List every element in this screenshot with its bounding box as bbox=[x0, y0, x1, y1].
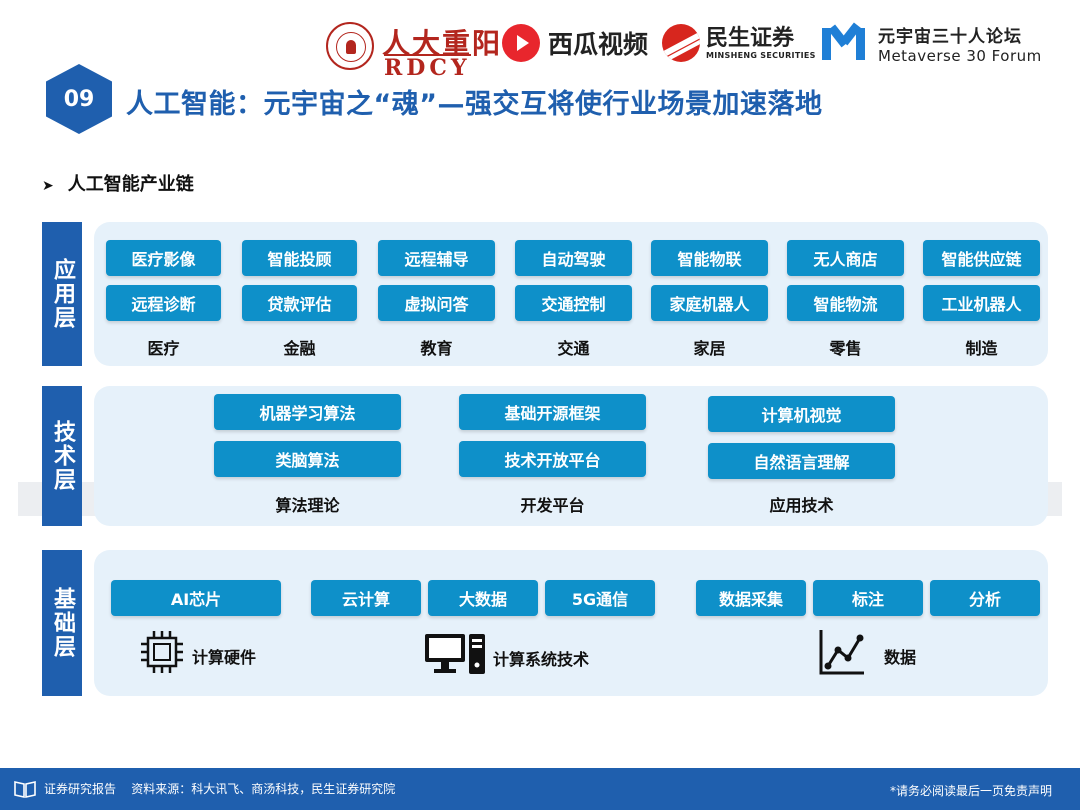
app-item-remote-tutoring: 远程辅导 bbox=[378, 240, 495, 276]
app-item-industrial-robot: 工业机器人 bbox=[923, 285, 1040, 321]
app-category-retail: 零售 bbox=[829, 339, 862, 358]
arrow-bullet-icon: ➤ bbox=[42, 178, 54, 194]
book-icon bbox=[14, 781, 36, 798]
chip-icon bbox=[141, 631, 183, 673]
xigua-logo: 西瓜视频 bbox=[502, 24, 648, 62]
found-item-5g: 5G通信 bbox=[545, 580, 655, 616]
app-item-robo-advisor: 智能投顾 bbox=[242, 240, 357, 276]
section-number-badge: 09 bbox=[46, 64, 112, 134]
found-item-analysis: 分析 bbox=[930, 580, 1040, 616]
app-item-traffic-control: 交通控制 bbox=[515, 285, 632, 321]
app-category-finance: 金融 bbox=[283, 339, 316, 358]
metaverse-m-icon bbox=[820, 21, 868, 64]
xigua-play-icon bbox=[502, 24, 540, 62]
line-graph-icon bbox=[819, 630, 864, 675]
forum-logo-cn: 元宇宙三十人论坛 bbox=[878, 27, 1022, 47]
found-item-data-collection: 数据采集 bbox=[696, 580, 806, 616]
found-item-cloud: 云计算 bbox=[311, 580, 421, 616]
app-item-medical-imaging: 医疗影像 bbox=[106, 240, 221, 276]
app-item-smart-iot: 智能物联 bbox=[651, 240, 768, 276]
layer-label-technology-text: 技术层 bbox=[50, 420, 75, 492]
forum-logo: 元宇宙三十人论坛 Metaverse 30 Forum bbox=[820, 21, 1042, 65]
app-category-education: 教育 bbox=[420, 339, 453, 358]
tech-category-applied: 应用技术 bbox=[769, 496, 834, 515]
app-category-transport: 交通 bbox=[557, 339, 590, 358]
layer-label-foundation: 基础层 bbox=[42, 550, 82, 696]
app-category-manufacturing: 制造 bbox=[965, 339, 998, 358]
minsheng-logo: 民生证券 MINSHENG SECURITIES bbox=[662, 24, 816, 62]
forum-logo-en: Metaverse 30 Forum bbox=[878, 47, 1042, 65]
minsheng-logo-cn: 民生证券 bbox=[706, 25, 795, 51]
computer-icon bbox=[425, 634, 485, 674]
found-item-big-data: 大数据 bbox=[428, 580, 538, 616]
tech-item-nlu: 自然语言理解 bbox=[708, 443, 895, 479]
app-item-remote-diagnosis: 远程诊断 bbox=[106, 285, 221, 321]
layer-label-application: 应用层 bbox=[42, 222, 82, 366]
tech-item-brain-inspired: 类脑算法 bbox=[214, 441, 401, 477]
app-item-smart-supply-chain: 智能供应链 bbox=[923, 240, 1040, 276]
app-category-home: 家居 bbox=[693, 339, 726, 358]
xigua-logo-text: 西瓜视频 bbox=[548, 30, 649, 59]
found-item-ai-chip: AI芯片 bbox=[111, 580, 281, 616]
footer-disclaimer: *请务必阅读最后一页免责声明 bbox=[889, 784, 1052, 798]
found-category-hardware: 计算硬件 bbox=[192, 648, 257, 667]
tech-item-machine-learning: 机器学习算法 bbox=[214, 394, 401, 430]
layer-label-foundation-text: 基础层 bbox=[50, 587, 75, 659]
found-item-annotation: 标注 bbox=[813, 580, 923, 616]
minsheng-icon bbox=[662, 24, 700, 62]
rdcy-seal-icon bbox=[326, 22, 374, 70]
found-category-system: 计算系统技术 bbox=[493, 650, 590, 669]
app-item-autonomous-driving: 自动驾驶 bbox=[515, 240, 632, 276]
app-item-home-robot: 家庭机器人 bbox=[651, 285, 768, 321]
tech-category-algorithm: 算法理论 bbox=[275, 496, 340, 515]
app-item-virtual-qa: 虚拟问答 bbox=[378, 285, 495, 321]
found-category-data: 数据 bbox=[884, 648, 917, 667]
footer-bar: 证券研究报告 资料来源：科大讯飞、商汤科技，民生证券研究院 *请务必阅读最后一页… bbox=[0, 768, 1080, 810]
rdcy-logo-en: RDCY bbox=[384, 54, 471, 81]
minsheng-logo-en: MINSHENG SECURITIES bbox=[706, 50, 816, 60]
footer-source: 证券研究报告 资料来源：科大讯飞、商汤科技，民生证券研究院 bbox=[44, 782, 396, 796]
tech-item-open-platform: 技术开放平台 bbox=[459, 441, 646, 477]
rdcy-logo: 人大重阳 RDCY bbox=[326, 22, 500, 79]
page-title: 人工智能：元宇宙之“魂”—强交互将使行业场景加速落地 bbox=[126, 89, 823, 120]
app-item-smart-logistics: 智能物流 bbox=[787, 285, 904, 321]
foundation-layer-panel bbox=[94, 550, 1048, 696]
layer-label-application-text: 应用层 bbox=[50, 258, 75, 330]
tech-category-platform: 开发平台 bbox=[520, 496, 585, 515]
app-item-loan-assessment: 贷款评估 bbox=[242, 285, 357, 321]
layer-label-technology: 技术层 bbox=[42, 386, 82, 526]
header-logos: 人大重阳 RDCY 西瓜视频 民生证券 MINSHENG SECURITIES … bbox=[326, 18, 1066, 79]
section-subheading: ➤ 人工智能产业链 bbox=[42, 170, 194, 196]
app-item-unmanned-store: 无人商店 bbox=[787, 240, 904, 276]
tech-item-computer-vision: 计算机视觉 bbox=[708, 396, 895, 432]
tech-item-open-source-framework: 基础开源框架 bbox=[459, 394, 646, 430]
subheading-text: 人工智能产业链 bbox=[67, 174, 194, 195]
app-category-medical: 医疗 bbox=[147, 339, 180, 358]
